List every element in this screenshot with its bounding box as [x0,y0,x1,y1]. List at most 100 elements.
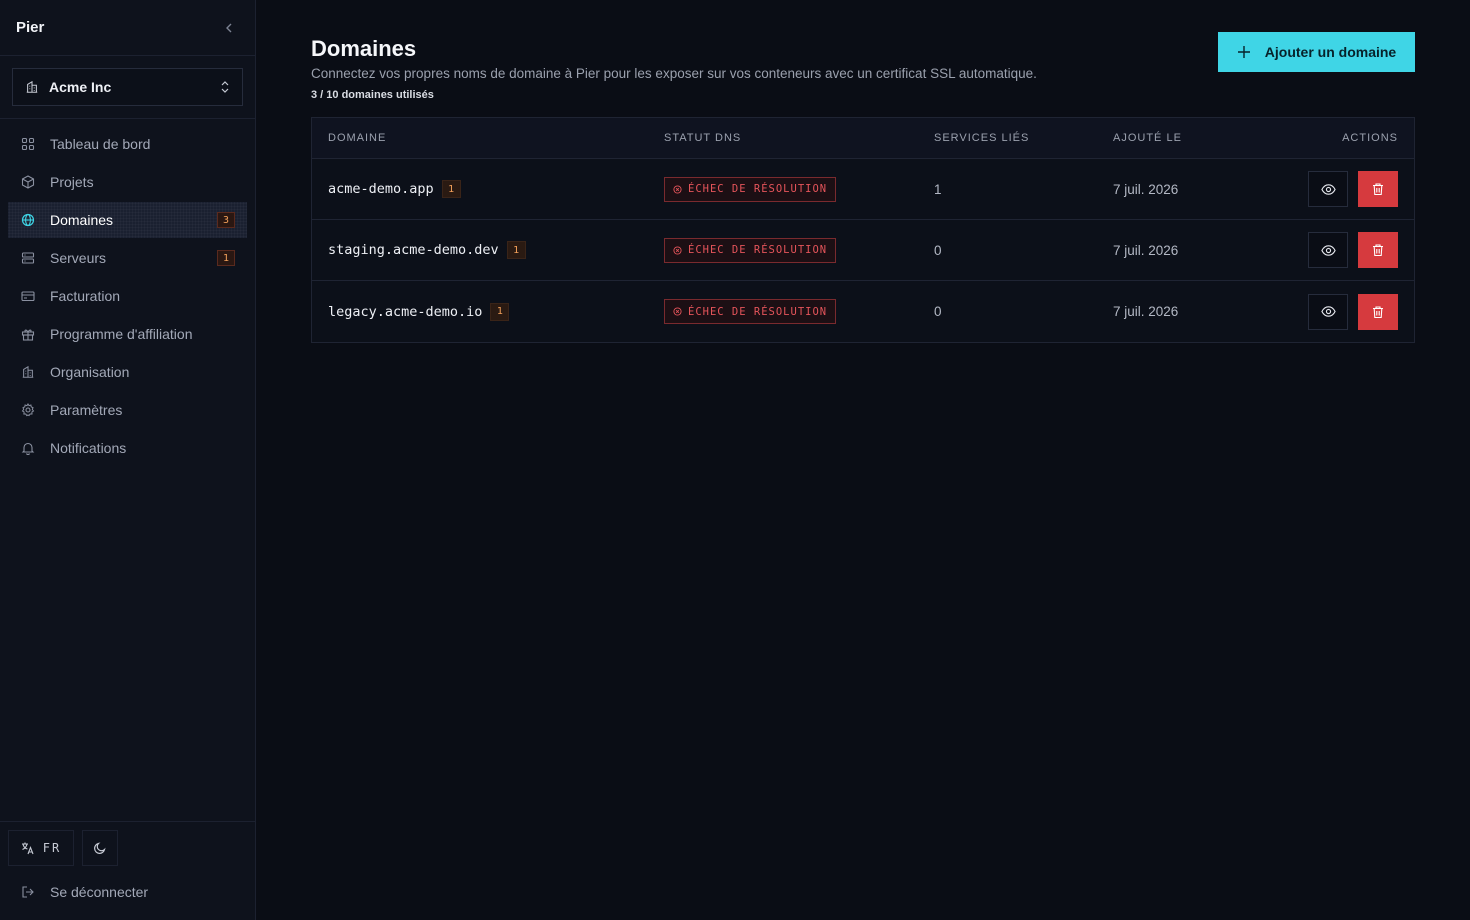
eye-icon [1320,183,1336,195]
moon-icon [94,842,106,854]
dns-status-badge: ÉCHEC DE RÉSOLUTION [664,299,837,324]
view-domain-button[interactable] [1308,232,1348,268]
delete-domain-button[interactable] [1358,232,1398,268]
credit-card-icon [20,288,36,304]
x-circle-icon [673,184,682,194]
dns-cell: ÉCHEC DE RÉSOLUTION [664,299,934,324]
x-circle-icon [673,307,682,316]
services-count: 1 [934,181,942,197]
sidebar-item-facturation[interactable]: Facturation [8,278,247,314]
org-switcher-wrap: Acme Inc [0,56,255,119]
view-domain-button[interactable] [1308,171,1348,207]
sidebar-item-label: Tableau de bord [50,136,151,152]
actions-cell [1273,293,1398,330]
dns-status-label: ÉCHEC DE RÉSOLUTION [688,305,828,318]
dns-cell: ÉCHEC DE RÉSOLUTION [664,237,934,263]
table-row: legacy.acme-demo.io 1 ÉCHEC DE RÉSOLUTIO… [312,281,1414,342]
column-header-domain: DOMAINE [328,132,387,144]
sidebar-controls: FR [8,830,247,866]
sidebar-item-affiliation[interactable]: Programme d'affiliation [8,316,247,352]
added-date: 7 juil. 2026 [1113,181,1179,197]
main-content: Domaines Connectez vos propres noms de d… [256,0,1470,920]
sidebar-item-organisation[interactable]: Organisation [8,354,247,390]
table-header: DOMAINE STATUT DNS SERVICES LIÉS AJOUTÉ … [312,118,1414,159]
count-badge: 1 [490,302,510,321]
sidebar-item-label: Paramètres [50,402,123,418]
column-header-added: AJOUTÉ LE [1113,132,1182,144]
sidebar: Pier Acme Inc Tableau de bord Projets Do… [0,0,256,920]
count-badge: 1 [441,180,461,198]
page-header-text: Domaines Connectez vos propres noms de d… [311,32,1037,101]
count-badge: 1 [217,250,235,266]
logout-button[interactable]: Se déconnecter [8,874,247,910]
domain-cell: legacy.acme-demo.io 1 [328,302,664,321]
delete-domain-button[interactable] [1358,293,1398,330]
count-badge: 3 [217,212,235,228]
domains-table: DOMAINE STATUT DNS SERVICES LIÉS AJOUTÉ … [311,117,1415,343]
sidebar-item-tableau-de-bord[interactable]: Tableau de bord [8,126,247,162]
sidebar-item-label: Domaines [50,212,114,228]
sidebar-item-notifications[interactable]: Notifications [8,430,247,466]
gift-icon [20,326,36,342]
sidebar-header: Pier [0,0,255,56]
sidebar-item-serveurs[interactable]: Serveurs 1 [8,240,247,276]
theme-toggle[interactable] [82,830,118,866]
sidebar-item-label: Programme d'affiliation [50,326,193,342]
building-icon [20,364,36,380]
sidebar-item-projets[interactable]: Projets [8,164,247,200]
sidebar-item-label: Facturation [50,288,121,304]
globe-icon [20,212,36,228]
logout-icon [20,884,36,900]
eye-icon [1320,244,1336,256]
column-header-dns: STATUT DNS [664,132,742,144]
grid-icon [20,136,36,152]
trash-icon [1373,305,1383,318]
language-switcher[interactable]: FR [8,830,74,866]
server-icon [20,250,36,266]
collapse-sidebar-button[interactable] [219,18,239,38]
sidebar-item-parametres[interactable]: Paramètres [8,392,247,428]
dns-status-badge: ÉCHEC DE RÉSOLUTION [664,237,837,263]
page-title: Domaines [311,36,417,61]
services-count: 0 [934,242,942,258]
domain-usage: 3 / 10 domaines utilisés [311,89,434,101]
chevron-up-down-icon [221,81,229,93]
view-domain-button[interactable] [1308,293,1348,330]
logout-label: Se déconnecter [50,884,149,900]
building-icon [26,80,38,93]
add-domain-button[interactable]: Ajouter un domaine [1218,32,1415,72]
dns-status-badge: ÉCHEC DE RÉSOLUTION [664,176,837,202]
bell-icon [20,440,36,456]
plus-icon [1237,46,1250,58]
actions-cell [1273,232,1398,268]
chevron-left-icon [226,23,232,32]
table-row: acme-demo.app 1 ÉCHEC DE RÉSOLUTION 1 7 … [312,159,1414,220]
domain-name[interactable]: legacy.acme-demo.io [328,304,482,320]
dns-status-label: ÉCHEC DE RÉSOLUTION [688,244,828,256]
added-date: 7 juil. 2026 [1113,242,1179,258]
app-root: Pier Acme Inc Tableau de bord Projets Do… [0,0,1470,920]
gear-icon [20,402,36,418]
page-description: Connectez vos propres noms de domaine à … [311,66,1037,81]
table-row: staging.acme-demo.dev 1 ÉCHEC DE RÉSOLUT… [312,220,1414,281]
sidebar-item-label: Serveurs [50,250,107,266]
delete-domain-button[interactable] [1358,171,1398,207]
actions-cell [1273,171,1398,207]
dns-status-label: ÉCHEC DE RÉSOLUTION [688,183,828,195]
language-label: FR [42,841,62,855]
org-switcher[interactable]: Acme Inc [12,68,243,106]
domain-name[interactable]: acme-demo.app [328,181,434,197]
page-header: Domaines Connectez vos propres noms de d… [311,32,1415,101]
dns-cell: ÉCHEC DE RÉSOLUTION [664,176,934,202]
services-count: 0 [934,304,942,319]
brand-name: Pier [16,19,45,36]
box-icon [20,174,36,190]
sidebar-item-domaines[interactable]: Domaines 3 [8,202,247,238]
sidebar-nav: Tableau de bord Projets Domaines 3 Serve… [0,119,255,475]
sidebar-item-label: Projets [50,174,94,190]
trash-icon [1373,183,1383,196]
added-date: 7 juil. 2026 [1113,304,1179,319]
domain-cell: acme-demo.app 1 [328,180,664,198]
domain-name[interactable]: staging.acme-demo.dev [328,242,499,258]
column-header-actions: ACTIONS [1342,132,1398,144]
